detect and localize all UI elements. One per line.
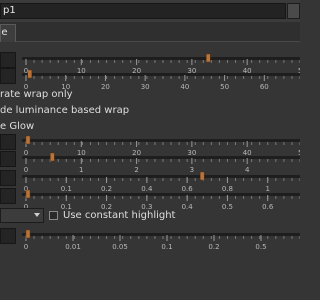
slider-handle [199, 171, 205, 181]
slider-track [22, 139, 300, 142]
slider-handle [25, 189, 31, 199]
value-field-3[interactable] [0, 134, 16, 150]
constant-highlight-checkbox[interactable] [49, 211, 58, 220]
node-name-field[interactable]: p1 [0, 3, 286, 19]
value-field-5[interactable] [0, 170, 16, 186]
slider-track [22, 193, 300, 196]
title-menu-button[interactable] [287, 3, 300, 19]
slider-tick-label: 30 [141, 83, 150, 91]
slider-track [22, 233, 300, 236]
option-luminance-wrap[interactable]: de luminance based wrap [0, 104, 129, 117]
slider-tick-label: 0.5 [222, 203, 233, 211]
tab-strip: de [0, 22, 300, 42]
tab-node[interactable]: de [0, 24, 16, 42]
slider-tick-label: 0.4 [182, 203, 194, 211]
node-title-bar: p1 [0, 0, 300, 22]
slider-tick-label: 60 [260, 83, 269, 91]
slider-handle [27, 69, 33, 79]
slider-tick-label: 0.6 [262, 203, 274, 211]
option-wrap-only-label: rate wrap only [0, 89, 73, 100]
option-luminance-wrap-label: de luminance based wrap [0, 105, 130, 116]
highlight-dropdown[interactable] [0, 208, 44, 223]
chevron-down-icon [34, 213, 40, 217]
constant-highlight-label: Use constant highlight [63, 210, 176, 221]
slider-tick-label: 50 [220, 83, 229, 91]
option-glow-label: e Glow [0, 121, 35, 132]
slider-tick-label: 0.1 [161, 243, 172, 251]
slider-tick-label: 20 [101, 83, 110, 91]
slider-tick-label: 0.01 [65, 243, 81, 251]
slider-handle [25, 135, 31, 145]
slider-7[interactable]: 00.010.050.10.20.51 [22, 227, 300, 253]
value-field-6[interactable] [0, 188, 16, 204]
slider-track [22, 175, 300, 178]
slider-track [22, 57, 300, 60]
slider-track [22, 73, 300, 76]
value-field-4[interactable] [0, 151, 16, 167]
slider-handle [25, 229, 31, 239]
slider-handle [206, 53, 211, 63]
slider-track [22, 156, 300, 159]
value-field-7[interactable] [0, 228, 16, 244]
slider-tick-label: 0.05 [112, 243, 128, 251]
slider-tick-label: 0 [24, 243, 28, 251]
value-field-2[interactable] [0, 68, 16, 84]
slider-handle [50, 152, 55, 162]
tab-label: de [1, 27, 8, 38]
slider-tick-label: 40 [180, 83, 189, 91]
value-field-1[interactable] [0, 52, 16, 68]
slider-tick-label: 0.2 [208, 243, 219, 251]
option-wrap-only[interactable]: rate wrap only [0, 88, 73, 101]
option-glow[interactable]: e Glow [0, 120, 34, 133]
slider-tick-label: 0.5 [255, 243, 266, 251]
